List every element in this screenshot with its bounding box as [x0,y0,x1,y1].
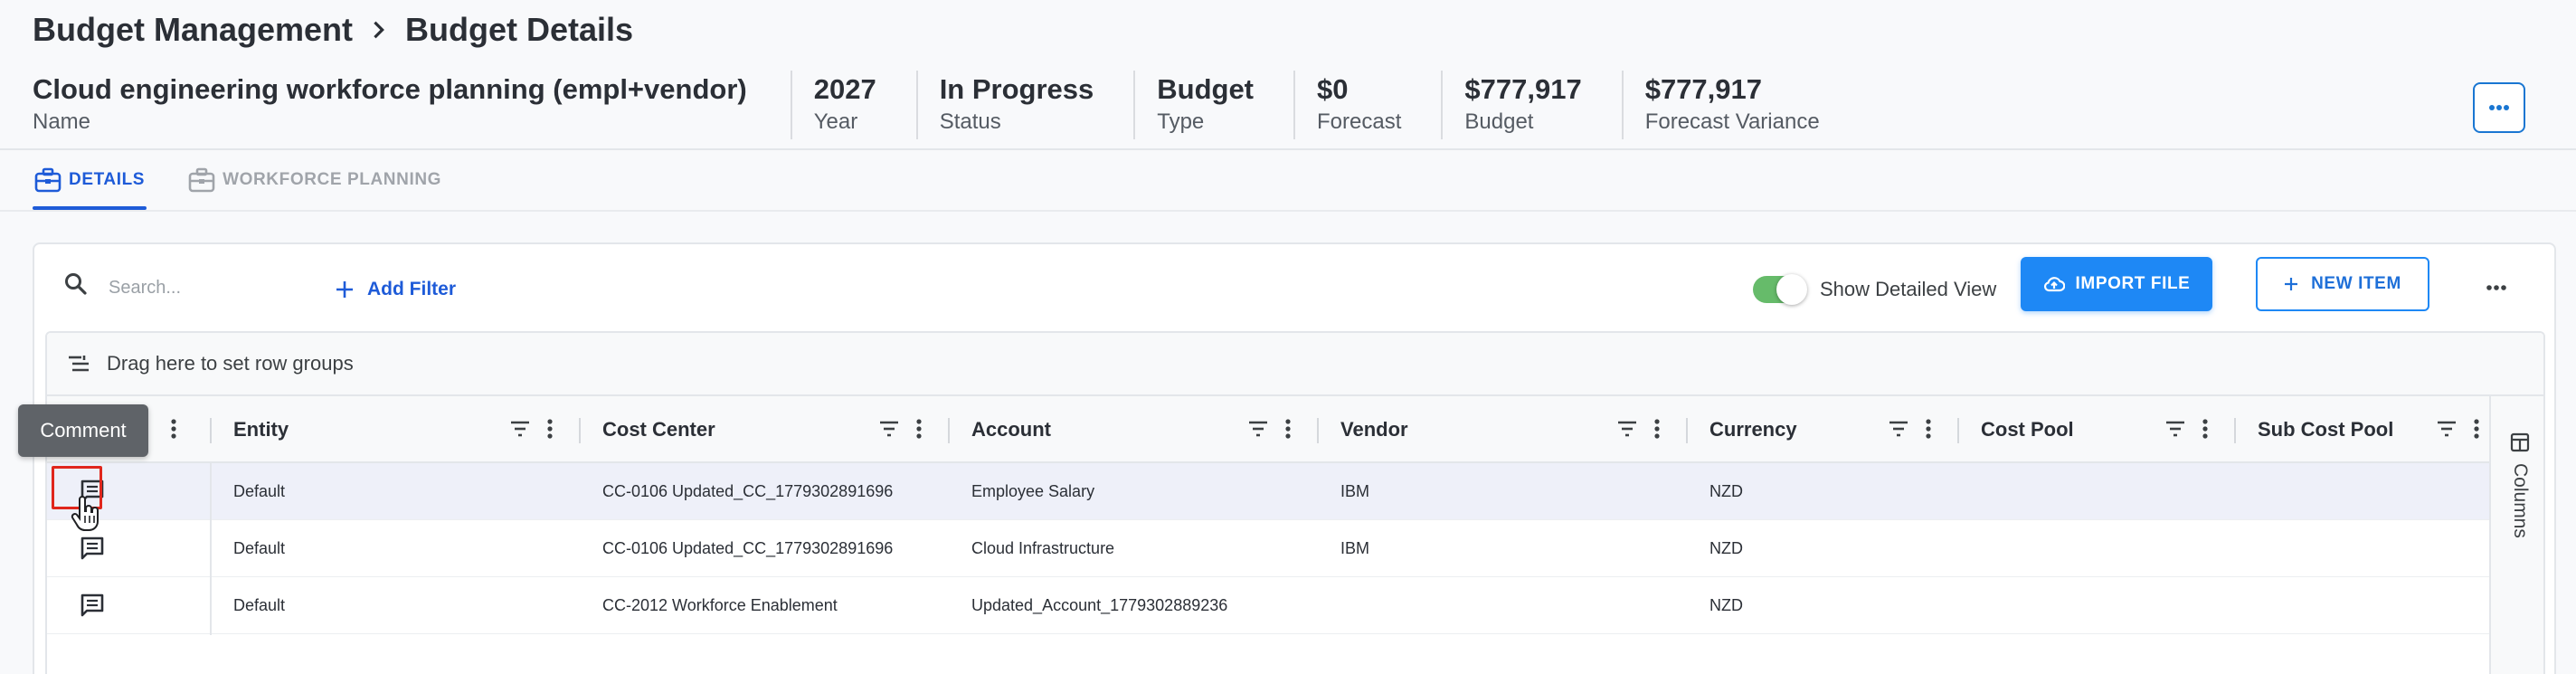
tabs-divider [0,210,2576,212]
summary-forecast: $0 Forecast [1293,71,1441,139]
column-menu-icon[interactable] [2202,418,2209,440]
comment-icon[interactable] [80,536,105,561]
column-menu-icon[interactable] [1925,418,1932,440]
column-menu-icon[interactable] [170,418,177,440]
column-menu-icon[interactable] [1653,418,1661,440]
filter-icon[interactable] [879,420,899,438]
summary-forecast-variance: $777,917 Forecast Variance [1621,71,1860,139]
cell-entity[interactable]: Default [233,463,285,520]
filter-icon[interactable] [1617,420,1637,438]
import-file-button[interactable]: IMPORT FILE [2021,257,2212,311]
columns-icon [2510,432,2530,452]
header-entity[interactable]: Entity [212,396,579,463]
cell-cost-center[interactable]: CC-0106 Updated_CC_1779302891696 [602,463,893,520]
toggle-label: Show Detailed View [1820,278,1997,300]
budget-items-grid: Drag here to set row groups Entity Cost … [45,331,2545,674]
cell-entity[interactable]: Default [233,520,285,577]
add-filter-button[interactable]: Add Filter [335,270,456,309]
cell-account[interactable]: Updated_Account_1779302889236 [971,577,1227,634]
cell-currency[interactable]: NZD [1709,463,1743,520]
search-icon [65,273,87,295]
toolbar-more-button[interactable] [2477,268,2516,308]
column-menu-icon[interactable] [1284,418,1292,440]
column-menu-icon[interactable] [915,418,923,440]
table-row[interactable]: Default CC-2012 Workforce Enablement Upd… [47,577,2489,634]
cloud-upload-icon [2043,277,2065,292]
column-divider [210,463,212,635]
plus-icon [2285,278,2298,290]
grid-toolbar: Add Filter Show Detailed View IMPORT FIL… [34,244,2554,331]
filter-icon[interactable] [510,420,530,438]
filter-icon[interactable] [1889,420,1908,438]
header-more-button[interactable] [2473,82,2525,133]
cell-account[interactable]: Employee Salary [971,463,1094,520]
budget-summary: Cloud engineering workforce planning (em… [33,71,2576,139]
cell-currency[interactable]: NZD [1709,520,1743,577]
table-row[interactable]: Default CC-0106 Updated_CC_1779302891696… [47,463,2489,520]
cell-account[interactable]: Cloud Infrastructure [971,520,1114,577]
header-currency[interactable]: Currency [1688,396,1957,463]
tab-workforce-planning[interactable]: WORKFORCE PLANNING [186,150,443,210]
chevron-right-icon [374,21,384,39]
column-menu-icon[interactable] [2473,418,2480,440]
grid-header-row: Entity Cost Center Account Vendor Curren… [47,396,2489,463]
header-cost-pool[interactable]: Cost Pool [1959,396,2234,463]
row-groups-icon [69,356,89,372]
cell-entity[interactable]: Default [233,577,285,634]
cell-currency[interactable]: NZD [1709,577,1743,634]
toggle-thumb [1776,274,1807,305]
summary-year: 2027 Year [790,71,916,139]
more-horizontal-icon [2489,105,2509,110]
detailed-view-toggle[interactable]: Show Detailed View [1753,270,1996,309]
header-cost-center[interactable]: Cost Center [581,396,948,463]
cell-vendor[interactable]: IBM [1340,463,1369,520]
tab-details[interactable]: DETAILS [33,150,147,210]
grid-side-panel: Columns [2489,396,2543,674]
details-card: Add Filter Show Detailed View IMPORT FIL… [33,242,2556,674]
summary-name: Cloud engineering workforce planning (em… [33,73,747,134]
filter-icon[interactable] [2437,420,2457,438]
filter-icon[interactable] [1248,420,1268,438]
more-horizontal-icon [2486,285,2506,290]
toggle-switch[interactable] [1753,274,1807,305]
new-item-button[interactable]: NEW ITEM [2256,257,2429,311]
search-input[interactable] [109,268,326,308]
column-menu-icon[interactable] [546,418,554,440]
plus-icon [336,281,353,298]
breadcrumb-parent[interactable]: Budget Management [33,11,353,49]
cell-cost-center[interactable]: CC-0106 Updated_CC_1779302891696 [602,520,893,577]
briefcase-icon [34,167,62,193]
cell-cost-center[interactable]: CC-2012 Workforce Enablement [602,577,838,634]
breadcrumb: Budget Management Budget Details [33,11,633,49]
header-sub-cost-pool[interactable]: Sub Cost Pool [2236,396,2489,463]
cell-vendor[interactable]: IBM [1340,520,1369,577]
comment-icon[interactable] [80,593,105,618]
summary-status: In Progress Status [915,71,1134,139]
columns-panel-tab[interactable]: Columns [2504,432,2536,538]
header-account[interactable]: Account [950,396,1317,463]
briefcase-icon [188,167,215,193]
header-vendor[interactable]: Vendor [1319,396,1686,463]
breadcrumb-current: Budget Details [405,11,634,48]
tab-bar: DETAILS WORKFORCE PLANNING [33,150,443,210]
summary-type: Budget Type [1133,71,1293,139]
summary-budget: $777,917 Budget [1441,71,1621,139]
hand-cursor-icon [71,496,99,531]
table-row[interactable]: Default CC-0106 Updated_CC_1779302891696… [47,520,2489,577]
comment-tooltip: Comment [18,404,148,457]
row-group-drop-zone[interactable]: Drag here to set row groups [47,333,2543,396]
filter-icon[interactable] [2165,420,2185,438]
